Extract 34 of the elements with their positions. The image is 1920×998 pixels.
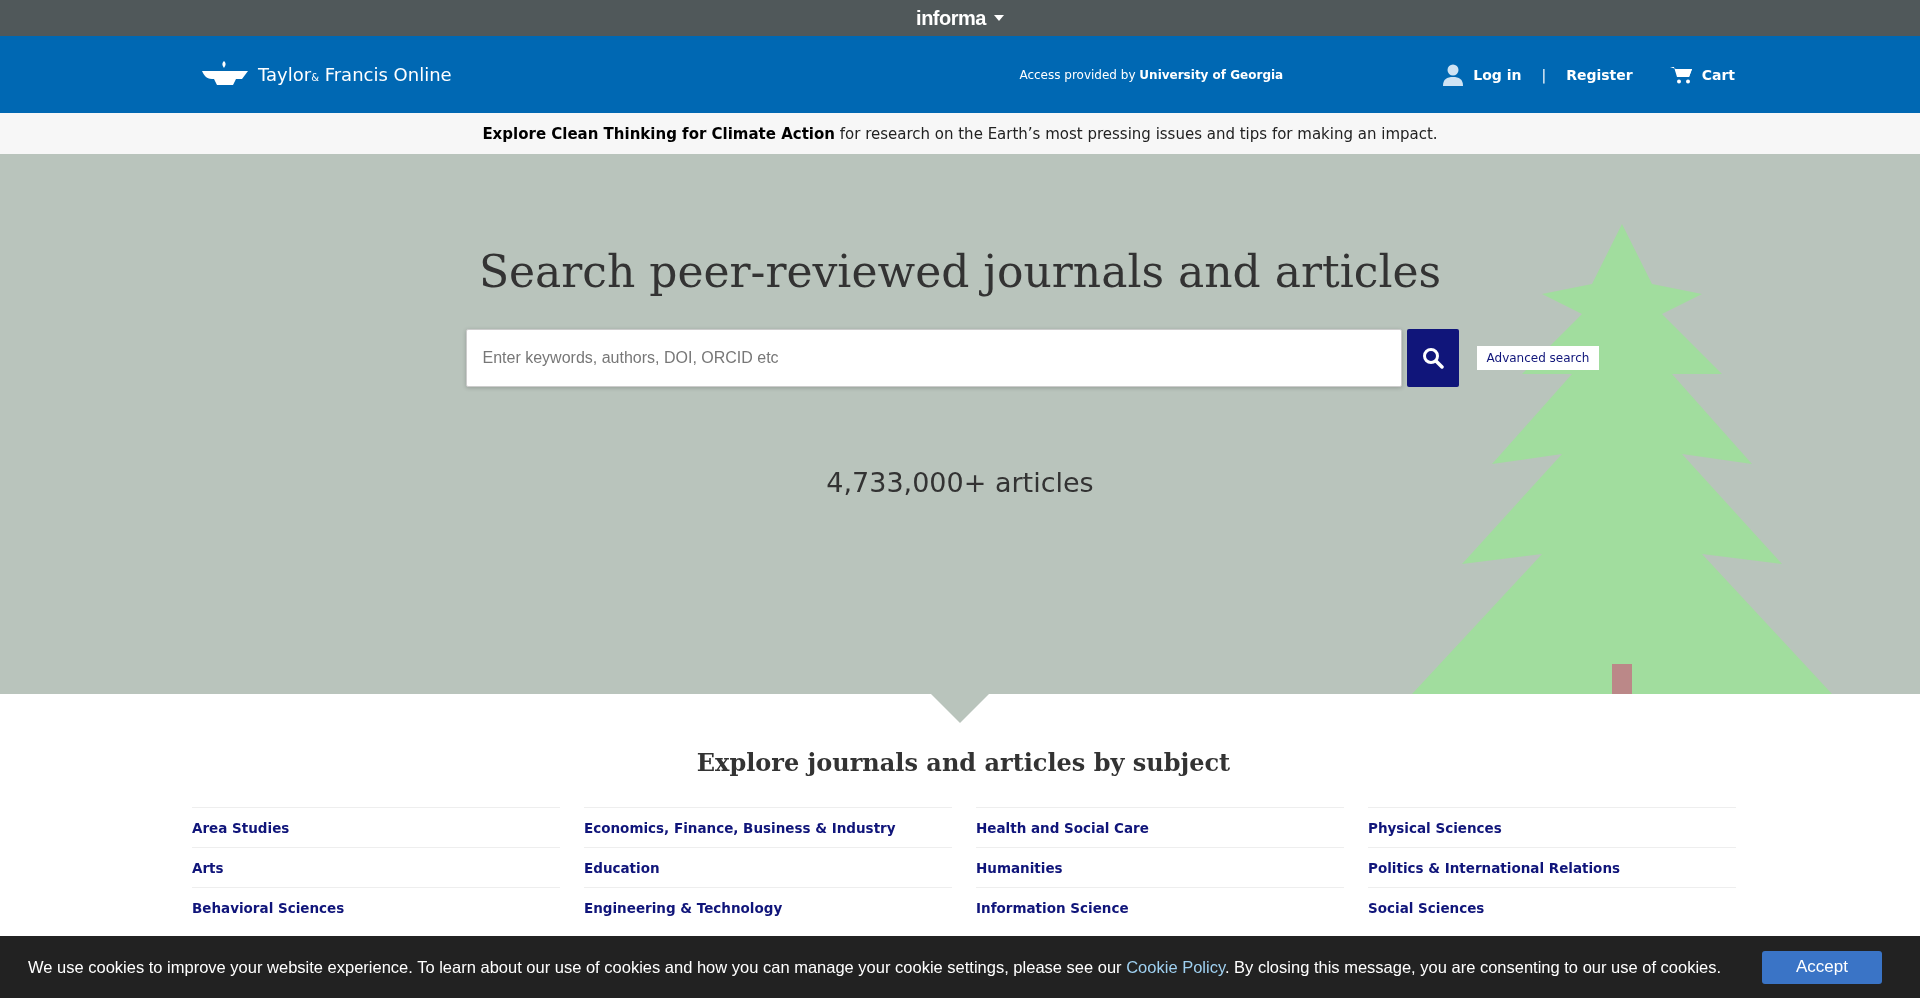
search-button[interactable] <box>1406 329 1459 387</box>
subject-link[interactable]: Social Sciences <box>1368 887 1736 927</box>
subject-link[interactable]: Engineering & Technology <box>584 887 952 927</box>
separator-text: | <box>1541 66 1547 83</box>
search-field[interactable]: Enter keywords, authors, DOI, ORCID etc <box>465 329 1402 387</box>
login-link[interactable]: Log in <box>1443 63 1522 86</box>
subject-link[interactable]: Arts <box>192 847 560 887</box>
informa-menu-button[interactable]: informa <box>910 5 1010 31</box>
subject-link[interactable]: Health and Social Care <box>976 807 1344 847</box>
subject-link[interactable]: Education <box>584 847 952 887</box>
subject-link[interactable]: Behavioral Sciences <box>192 887 560 927</box>
article-count: 4,733,000+ articles <box>826 467 1094 498</box>
advanced-search-link[interactable]: Advanced search <box>1476 346 1600 370</box>
subject-link[interactable]: Information Science <box>976 887 1344 927</box>
cookie-message: We use cookies to improve your website experience. To learn about our use of cookies and how you can manage your cookie settings, please see our Cookie Policy. By closing this message, you are consenting to our use of cookies. <box>28 957 1723 977</box>
subject-link[interactable]: Area Studies <box>192 807 560 847</box>
accept-button[interactable]: Accept <box>1762 950 1882 984</box>
register-link[interactable]: Register <box>1566 66 1633 83</box>
cookie-policy-link[interactable]: Cookie Policy <box>1126 957 1225 976</box>
site-logo[interactable]: Taylor& Francis Online <box>200 60 452 89</box>
banner-text: Explore Clean Thinking for Climate Action for research on the Earth’s most pressing issues and tips for making an impact. <box>482 124 1438 143</box>
subject-link[interactable]: Politics & International Relations <box>1368 847 1736 887</box>
cart-link[interactable]: Cart <box>1669 65 1735 84</box>
access-text: Access provided by University of Georgia <box>1019 67 1284 82</box>
subjects-title: Explore journals and articles by subject <box>695 748 1232 777</box>
subject-link[interactable]: Physical Sciences <box>1368 807 1736 847</box>
cart-icon <box>1669 65 1692 84</box>
search-icon <box>1421 347 1444 369</box>
logo-text: Taylor& Francis Online <box>258 64 452 85</box>
hero-title: Search peer-reviewed journals and articles <box>478 246 1442 297</box>
caret-icon <box>993 15 1004 21</box>
subject-link[interactable]: Humanities <box>976 847 1344 887</box>
subject-link[interactable]: Economics, Finance, Business & Industry <box>584 807 952 847</box>
user-icon <box>1443 63 1464 86</box>
